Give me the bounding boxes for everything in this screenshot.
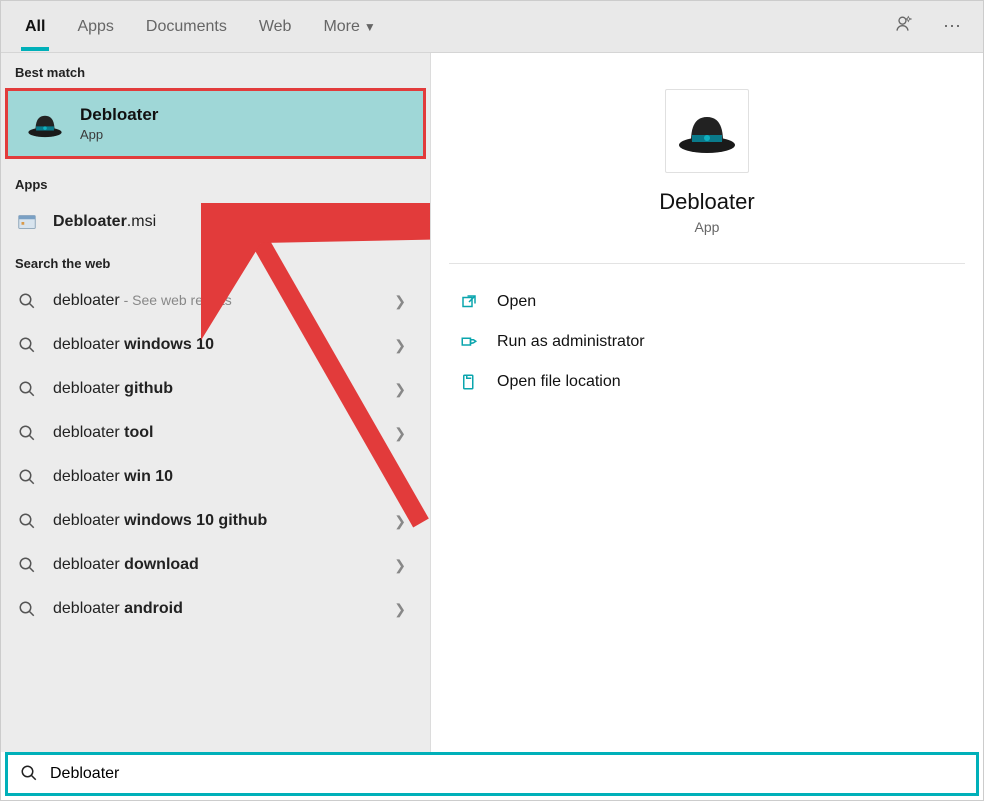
- rewards-icon[interactable]: [895, 14, 915, 39]
- admin-shield-icon: [459, 332, 479, 352]
- chevron-right-icon: ❯: [394, 601, 406, 618]
- search-icon: [15, 289, 39, 313]
- web-result-row[interactable]: debloater github ❯: [1, 367, 430, 411]
- tab-more[interactable]: More▼: [321, 4, 377, 50]
- web-result-text: debloater windows 10 github: [53, 512, 380, 530]
- web-result-row[interactable]: debloater tool ❯: [1, 411, 430, 455]
- section-apps: Apps: [1, 165, 430, 200]
- section-web: Search the web: [1, 244, 430, 279]
- tab-apps[interactable]: Apps: [75, 4, 115, 50]
- web-result-text: debloater win 10: [53, 468, 380, 486]
- web-result-row[interactable]: debloater win 10 ❯: [1, 455, 430, 499]
- results-pane: Best match Debloater App Apps Debloater.…: [1, 53, 431, 752]
- chevron-right-icon: ❯: [394, 381, 406, 398]
- chevron-right-icon: ❯: [394, 513, 406, 530]
- preview-sub: App: [695, 219, 720, 235]
- web-result-row[interactable]: debloater windows 10 github ❯: [1, 499, 430, 543]
- web-result-text: debloater tool: [53, 424, 380, 442]
- action-open[interactable]: Open: [459, 282, 955, 322]
- chevron-right-icon: ❯: [394, 293, 406, 310]
- search-bar[interactable]: [5, 752, 979, 796]
- preview-app-icon: [665, 89, 749, 173]
- web-result-row[interactable]: debloater - See web results ❯: [1, 279, 430, 323]
- chevron-right-icon: ❯: [394, 557, 406, 574]
- best-match-result[interactable]: Debloater App: [5, 88, 426, 159]
- tab-documents[interactable]: Documents: [144, 4, 229, 50]
- preview-pane: Debloater App Open Run as administrator: [431, 53, 983, 752]
- web-result-text: debloater github: [53, 380, 380, 398]
- chevron-down-icon: ▼: [364, 20, 376, 34]
- chevron-right-icon: ❯: [394, 337, 406, 354]
- search-icon: [15, 377, 39, 401]
- tab-all[interactable]: All: [23, 4, 47, 50]
- search-icon: [15, 597, 39, 621]
- action-run-admin[interactable]: Run as administrator: [459, 322, 955, 362]
- web-result-text: debloater download: [53, 556, 380, 574]
- tab-web[interactable]: Web: [257, 4, 294, 50]
- web-result-row[interactable]: debloater download ❯: [1, 543, 430, 587]
- search-icon: [15, 421, 39, 445]
- web-result-text: debloater android: [53, 600, 380, 618]
- best-match-sub: App: [80, 127, 158, 142]
- web-result-text: debloater - See web results: [53, 292, 380, 310]
- chevron-right-icon: ❯: [394, 214, 406, 231]
- search-tabs-bar: All Apps Documents Web More▼ ⋯: [1, 1, 983, 53]
- best-match-title: Debloater: [80, 105, 158, 125]
- search-icon: [15, 509, 39, 533]
- web-result-text: debloater windows 10: [53, 336, 380, 354]
- search-icon: [15, 553, 39, 577]
- web-result-row[interactable]: debloater windows 10 ❯: [1, 323, 430, 367]
- app-result-row[interactable]: Debloater.msi ❯: [1, 200, 430, 244]
- chevron-right-icon: ❯: [394, 469, 406, 486]
- search-icon: [20, 764, 38, 785]
- folder-icon: [459, 372, 479, 392]
- preview-title: Debloater: [659, 189, 754, 215]
- more-options-icon[interactable]: ⋯: [943, 16, 961, 37]
- web-result-row[interactable]: debloater android ❯: [1, 587, 430, 631]
- installer-icon: [15, 210, 39, 234]
- search-icon: [15, 465, 39, 489]
- app-icon-hat: [26, 108, 64, 140]
- action-open-location[interactable]: Open file location: [459, 362, 955, 402]
- search-input[interactable]: [50, 765, 964, 783]
- search-icon: [15, 333, 39, 357]
- chevron-right-icon: ❯: [394, 425, 406, 442]
- section-best-match: Best match: [1, 53, 430, 88]
- open-icon: [459, 292, 479, 312]
